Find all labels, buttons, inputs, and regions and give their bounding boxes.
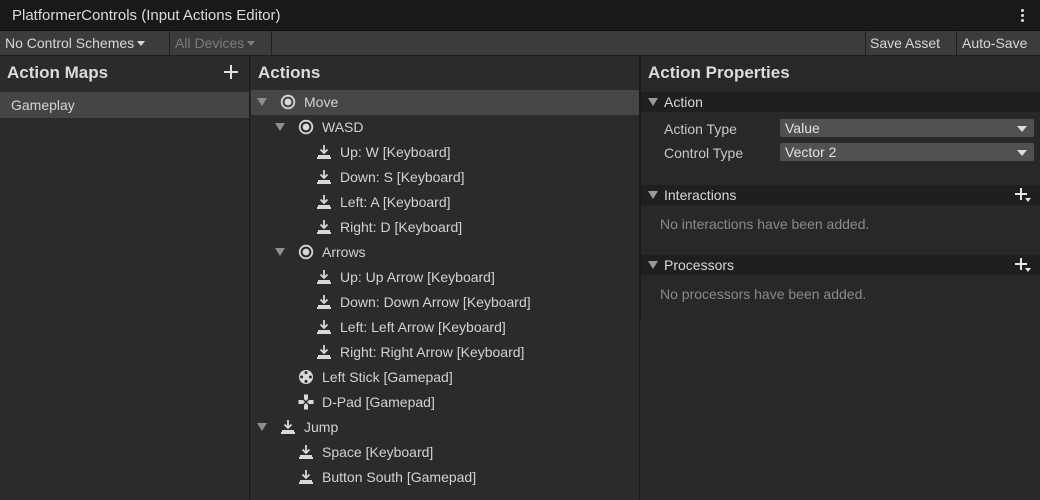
more-options-icon[interactable] xyxy=(1012,4,1032,26)
dpad-icon xyxy=(298,394,314,410)
binding-label: Up: Up Arrow [Keyboard] xyxy=(340,269,495,285)
binding-label: Right: Right Arrow [Keyboard] xyxy=(340,344,525,360)
key-binding-icon xyxy=(316,169,332,185)
chevron-down-icon xyxy=(137,41,146,46)
binding-label: Left: Left Arrow [Keyboard] xyxy=(340,319,506,335)
binding-label: Up: W [Keyboard] xyxy=(340,144,451,160)
value-action-icon xyxy=(280,94,296,110)
chevron-down-icon xyxy=(1017,126,1027,132)
binding-row[interactable]: Left: Left Arrow [Keyboard] xyxy=(251,315,639,340)
binding-row[interactable]: Up: Up Arrow [Keyboard] xyxy=(251,265,639,290)
add-action-map-button[interactable] xyxy=(223,64,239,80)
composite-row-arrows[interactable]: Arrows xyxy=(251,240,639,265)
processors-empty-text: No processors have been added. xyxy=(660,286,867,302)
action-label: Jump xyxy=(304,419,339,435)
interactions-empty-text: No interactions have been added. xyxy=(660,216,870,232)
key-binding-icon xyxy=(316,194,332,210)
button-action-icon xyxy=(280,419,296,435)
action-maps-panel: Action Maps Gameplay xyxy=(0,56,250,500)
action-row-move[interactable]: Move xyxy=(251,90,639,115)
binding-label: Left Stick [Gamepad] xyxy=(322,369,453,385)
composite-row-wasd[interactable]: WASD xyxy=(251,115,639,140)
key-binding-icon xyxy=(316,294,332,310)
key-binding-icon xyxy=(316,269,332,285)
action-type-value: Value xyxy=(785,120,820,136)
control-type-dropdown[interactable]: Vector 2 xyxy=(779,142,1035,162)
add-interaction-button[interactable] xyxy=(1014,187,1031,203)
action-properties-header: Action Properties xyxy=(641,56,1040,90)
window-title: PlatformerControls (Input Actions Editor… xyxy=(12,7,281,24)
composite-icon xyxy=(298,119,314,135)
binding-row[interactable]: Button South [Gamepad] xyxy=(251,465,639,490)
action-properties-title: Action Properties xyxy=(648,63,790,82)
auto-save-toggle[interactable]: Auto-Save xyxy=(957,31,1032,55)
binding-label: Right: D [Keyboard] xyxy=(340,219,463,235)
interactions-title: Interactions xyxy=(664,187,737,203)
binding-row[interactable]: Right: Right Arrow [Keyboard] xyxy=(251,340,639,365)
control-type-value: Vector 2 xyxy=(785,144,837,160)
processors-section-header: Processors xyxy=(641,255,1040,275)
actions-header: Actions xyxy=(251,56,639,90)
key-binding-icon xyxy=(316,219,332,235)
foldout-arrow-icon[interactable] xyxy=(648,191,658,199)
binding-row[interactable]: Left Stick [Gamepad] xyxy=(251,365,639,390)
foldout-arrow-icon[interactable] xyxy=(648,98,658,106)
save-asset-button[interactable]: Save Asset xyxy=(865,31,945,55)
action-label: Move xyxy=(304,94,339,110)
binding-row[interactable]: Left: A [Keyboard] xyxy=(251,190,639,215)
chevron-down-icon xyxy=(247,41,256,46)
binding-label: D-Pad [Gamepad] xyxy=(322,394,435,410)
toolbar-divider xyxy=(271,31,272,55)
foldout-arrow-icon[interactable] xyxy=(275,123,285,131)
action-type-dropdown[interactable]: Value xyxy=(779,118,1035,138)
binding-row[interactable]: Down: Down Arrow [Keyboard] xyxy=(251,290,639,315)
control-schemes-label: No Control Schemes xyxy=(5,35,135,51)
binding-row[interactable]: D-Pad [Gamepad] xyxy=(251,390,639,415)
binding-row[interactable]: Up: W [Keyboard] xyxy=(251,140,639,165)
control-schemes-dropdown[interactable]: No Control Schemes xyxy=(0,31,150,55)
foldout-arrow-icon[interactable] xyxy=(257,423,267,431)
action-map-item-gameplay[interactable]: Gameplay xyxy=(0,92,249,118)
processors-title: Processors xyxy=(664,257,735,273)
gamepad-stick-icon xyxy=(298,369,314,385)
action-map-label: Gameplay xyxy=(11,97,75,113)
key-binding-icon xyxy=(316,144,332,160)
key-binding-icon xyxy=(316,319,332,335)
actions-panel: Actions Move WASD Up: W [Keyboard] Down:… xyxy=(251,56,640,500)
action-maps-header: Action Maps xyxy=(0,56,249,90)
composite-label: Arrows xyxy=(322,244,366,260)
key-binding-icon xyxy=(298,444,314,460)
action-section-title: Action xyxy=(664,94,703,110)
binding-row[interactable]: Space [Keyboard] xyxy=(251,440,639,465)
binding-row[interactable]: Down: S [Keyboard] xyxy=(251,165,639,190)
devices-label: All Devices xyxy=(175,35,245,51)
key-binding-icon xyxy=(316,344,332,360)
binding-label: Left: A [Keyboard] xyxy=(340,194,451,210)
interactions-section-header: Interactions xyxy=(641,185,1040,205)
binding-label: Down: S [Keyboard] xyxy=(340,169,465,185)
devices-dropdown[interactable]: All Devices xyxy=(170,31,260,55)
add-processor-button[interactable] xyxy=(1014,257,1031,273)
binding-label: Space [Keyboard] xyxy=(322,444,434,460)
foldout-arrow-icon[interactable] xyxy=(648,261,658,269)
chevron-down-icon xyxy=(1017,150,1027,156)
composite-label: WASD xyxy=(322,119,364,135)
action-type-label: Action Type xyxy=(664,121,737,137)
toolbar: No Control Schemes All Devices Save Asse… xyxy=(0,31,1040,56)
composite-icon xyxy=(298,244,314,260)
action-properties-panel: Action Properties Action Action Type Val… xyxy=(641,56,1040,500)
binding-label: Down: Down Arrow [Keyboard] xyxy=(340,294,531,310)
foldout-arrow-icon[interactable] xyxy=(257,98,267,106)
action-row-jump[interactable]: Jump xyxy=(251,415,639,440)
window-titlebar: PlatformerControls (Input Actions Editor… xyxy=(0,0,1040,31)
binding-label: Button South [Gamepad] xyxy=(322,469,477,485)
actions-title: Actions xyxy=(258,63,321,82)
foldout-arrow-icon[interactable] xyxy=(275,248,285,256)
action-section-header: Action xyxy=(641,92,1040,112)
action-maps-title: Action Maps xyxy=(7,63,109,82)
control-type-label: Control Type xyxy=(664,145,744,161)
binding-row[interactable]: Right: D [Keyboard] xyxy=(251,215,639,240)
key-binding-icon xyxy=(298,469,314,485)
